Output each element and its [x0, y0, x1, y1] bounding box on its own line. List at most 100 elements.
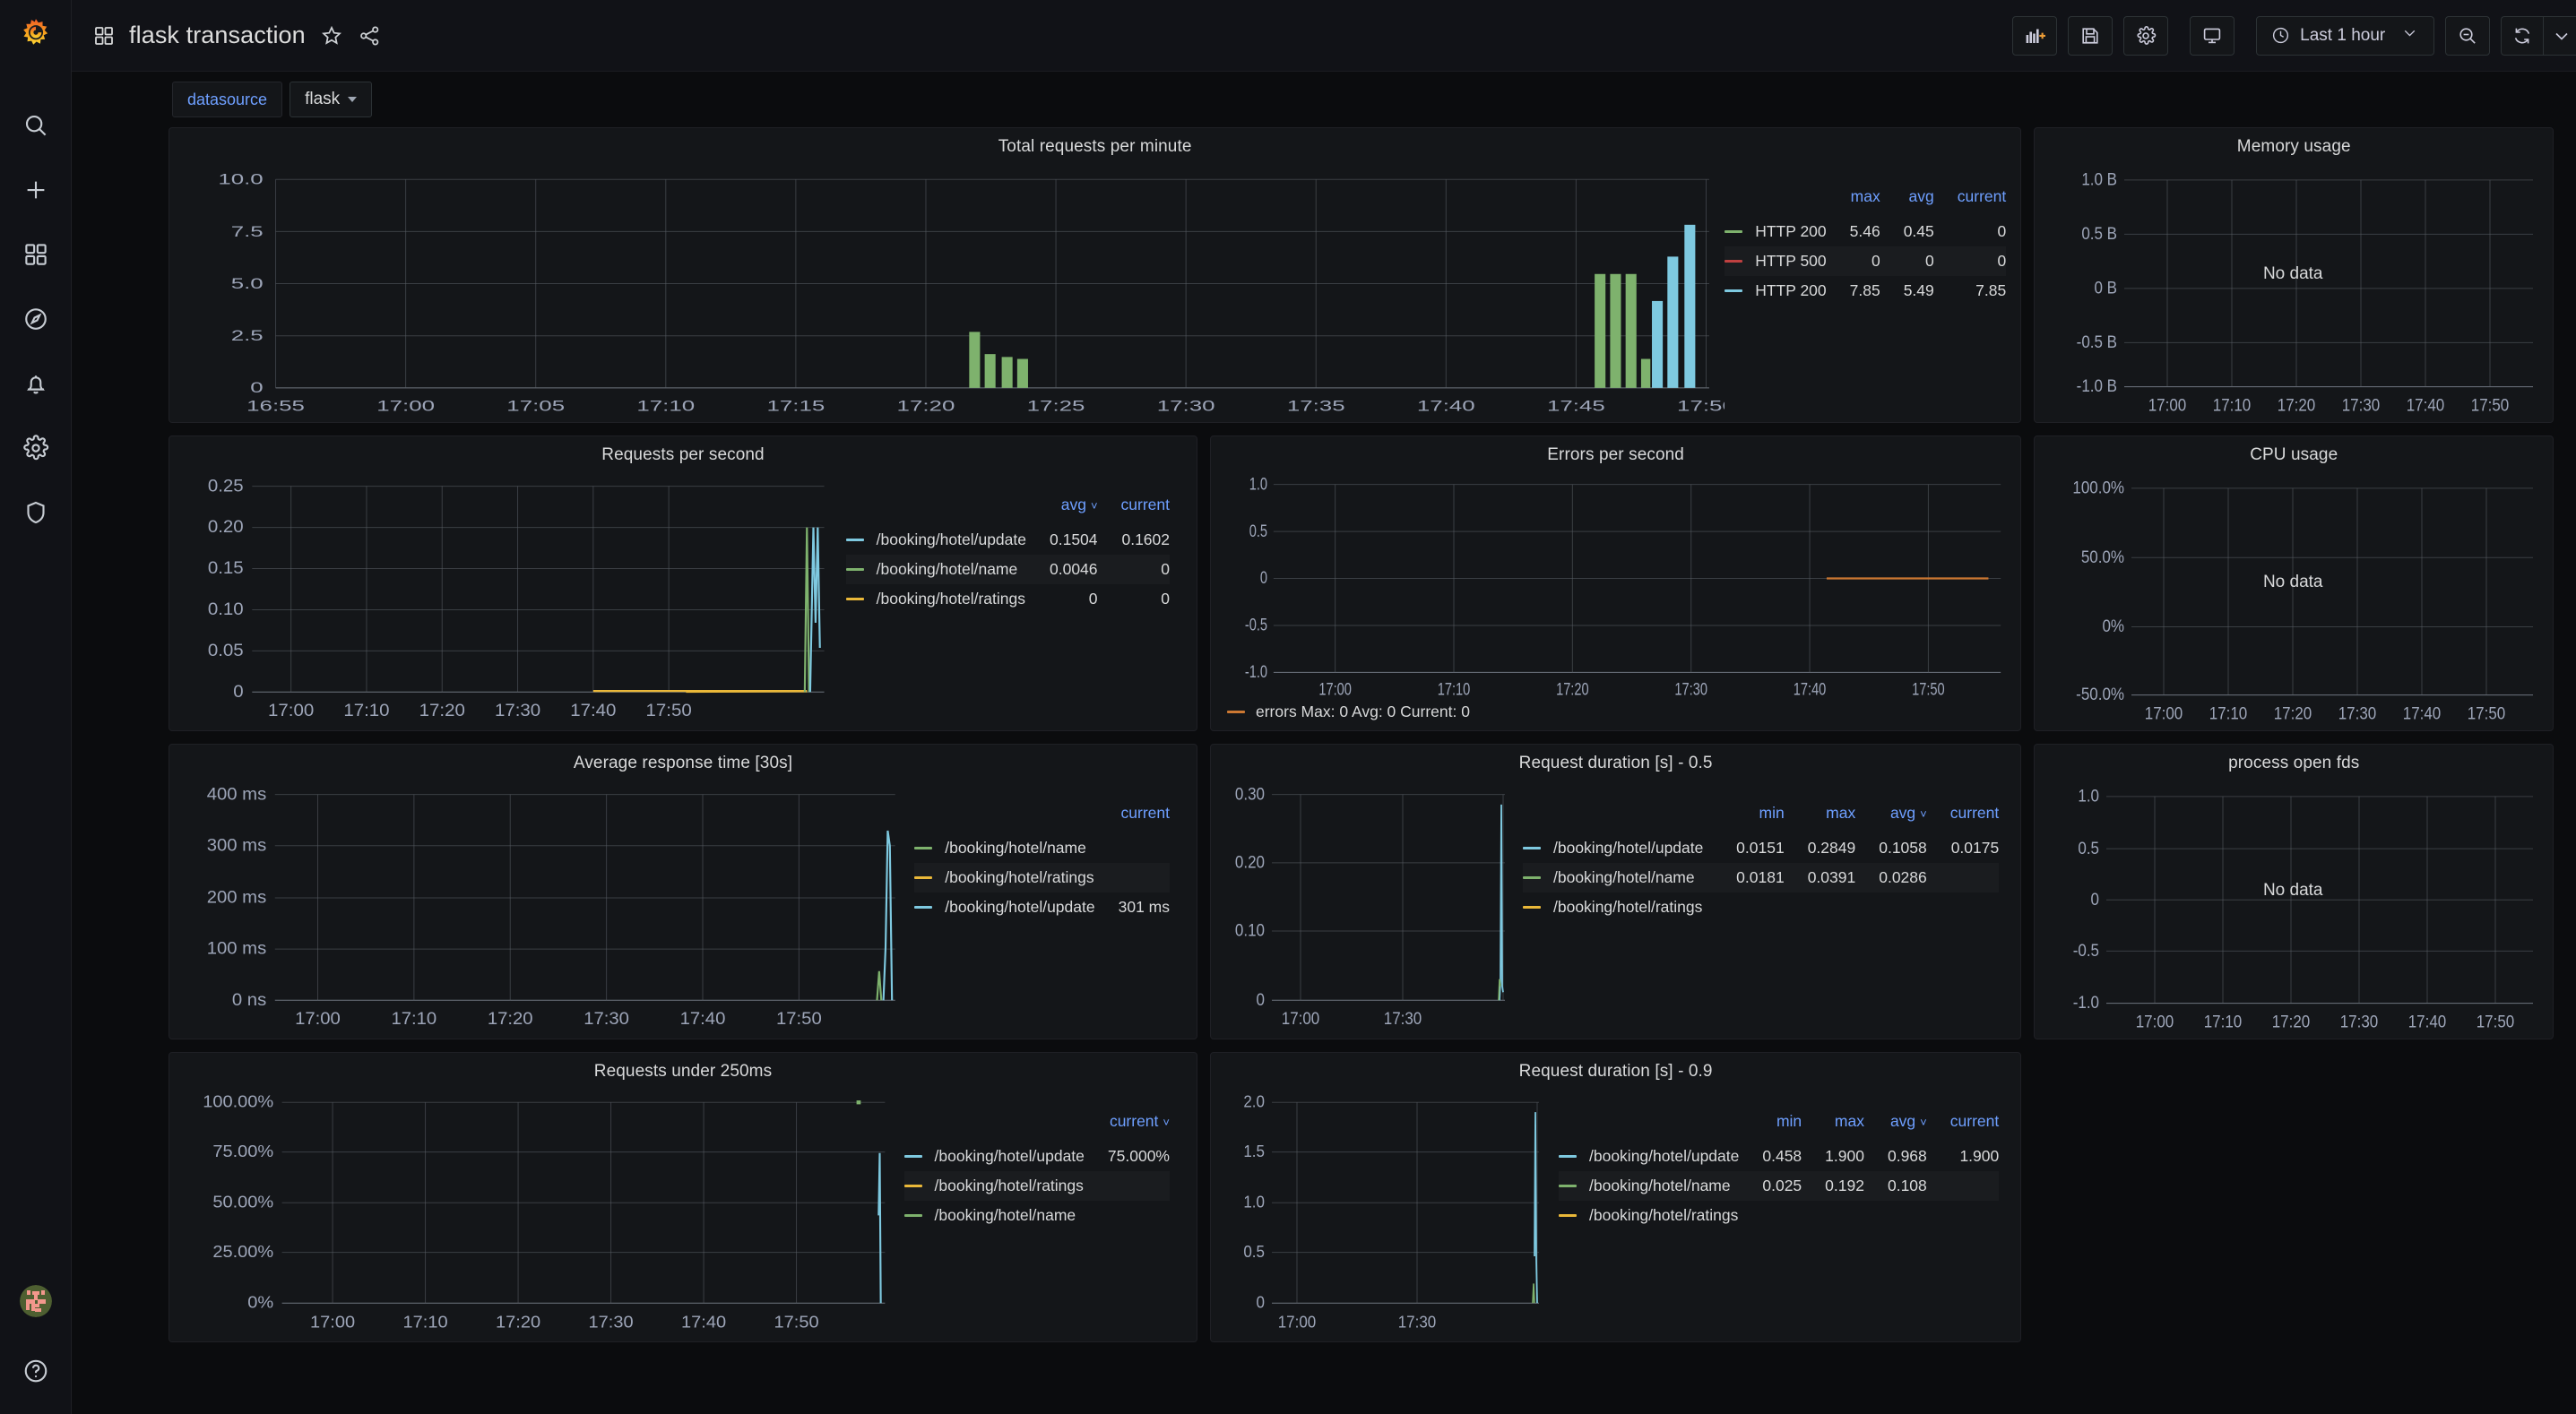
- legend-row[interactable]: /booking/hotel/update 0.0151 0.2849 0.10…: [1523, 833, 1999, 863]
- panel-legend: max avg current HTTP 200 5.46 0.45 0 HTT…: [1725, 164, 2011, 415]
- panel-legend[interactable]: errors Max: 0 Avg: 0 Current: 0: [1211, 699, 2020, 730]
- svg-text:1.5: 1.5: [1243, 1142, 1265, 1160]
- svg-text:17:20: 17:20: [897, 398, 955, 415]
- panel-requests-per-second[interactable]: Requests per second 0.25 0.20 0.15 0.10 …: [169, 435, 1197, 731]
- time-range-picker[interactable]: Last 1 hour: [2256, 15, 2435, 56]
- legend-row[interactable]: /booking/hotel/name 0.0046 0: [845, 555, 1170, 584]
- legend-header-min[interactable]: min: [1713, 804, 1785, 833]
- legend-header-current[interactable]: current: [1095, 804, 1170, 833]
- svg-text:-1.0: -1.0: [1245, 661, 1267, 682]
- series-min: [1713, 892, 1785, 922]
- series-name: /booking/hotel/name: [876, 560, 1018, 578]
- legend-header-current[interactable]: current: [1934, 187, 2006, 217]
- svg-text:17:40: 17:40: [570, 702, 616, 720]
- panel-title: process open fds: [2228, 754, 2360, 772]
- grafana-logo[interactable]: [0, 0, 72, 72]
- legend-row[interactable]: /booking/hotel/update 0.1504 0.1602: [845, 525, 1170, 555]
- sidebar-item-create[interactable]: [0, 158, 72, 222]
- series-avg: 0.108: [1863, 1171, 1927, 1201]
- legend-row[interactable]: /booking/hotel/ratings: [1559, 1201, 1999, 1230]
- refresh-button[interactable]: [2501, 15, 2544, 56]
- panel-title: Request duration [s] - 0.5: [1518, 754, 1713, 772]
- star-icon[interactable]: [320, 24, 343, 47]
- legend-header-max[interactable]: max: [1802, 1112, 1864, 1142]
- add-panel-button[interactable]: [2012, 15, 2058, 56]
- panel-memory-usage[interactable]: Memory usage 1.0 B 0.5 B 0 B -0.5 B -1.0…: [2034, 127, 2554, 423]
- panel-process-open-fds[interactable]: process open fds 1.0 0.5 0 -0.5 -1.0 17:…: [2034, 744, 2554, 1039]
- legend-row[interactable]: HTTP 500 0 0 0: [1725, 246, 2007, 276]
- svg-text:0.5: 0.5: [1243, 1242, 1265, 1261]
- svg-text:17:40: 17:40: [1794, 678, 1827, 699]
- legend-header-avg[interactable]: avg ˅: [1864, 1112, 1927, 1142]
- legend-row[interactable]: HTTP 200 7.85 5.49 7.85: [1725, 276, 2006, 306]
- panel-title: Memory usage: [2236, 137, 2351, 156]
- legend-row[interactable]: /booking/hotel/update 0.458 1.900 0.968 …: [1559, 1142, 1999, 1171]
- legend-row[interactable]: /booking/hotel/name: [903, 1201, 1170, 1230]
- legend-header-current[interactable]: current: [1927, 804, 1999, 833]
- dashboard-settings-button[interactable]: [2123, 15, 2169, 56]
- share-icon[interactable]: [358, 24, 381, 47]
- sidebar-item-configuration[interactable]: [0, 416, 72, 480]
- plot-area: 1.0 0.5 0 -0.5 -1.0 17:00 17:10 17:20 17…: [1218, 472, 2011, 699]
- legend-header-max[interactable]: max: [1785, 804, 1855, 833]
- panel-errors-per-second[interactable]: Errors per second 1.0 0.5 0 -0.5 -1.0 17…: [1210, 435, 2022, 731]
- zoom-out-button[interactable]: [2445, 15, 2491, 56]
- topnav-actions: Last 1 hour: [2012, 15, 2576, 56]
- save-dashboard-button[interactable]: [2068, 15, 2114, 56]
- series-color-swatch: [1227, 711, 1245, 713]
- panel-request-duration-0-5[interactable]: Request duration [s] - 0.5 0.30 0.20 0.1…: [1210, 744, 2022, 1039]
- svg-text:1.0: 1.0: [1243, 1193, 1265, 1211]
- sidebar-item-search[interactable]: [0, 93, 72, 158]
- variable-picker-datasource[interactable]: flask: [290, 82, 373, 117]
- panel-request-duration-0-9[interactable]: Request duration [s] - 0.9 2.0 1.5 1.0 0…: [1210, 1052, 2022, 1342]
- svg-text:17:40: 17:40: [2403, 704, 2442, 723]
- sidebar-item-dashboards[interactable]: [0, 222, 72, 287]
- series-name: /booking/hotel/ratings: [945, 868, 1094, 886]
- sidebar-item-help[interactable]: [0, 1349, 72, 1392]
- svg-text:0.10: 0.10: [1235, 921, 1265, 940]
- legend-row[interactable]: /booking/hotel/name 0.0181 0.0391 0.0286: [1523, 863, 2000, 892]
- avatar[interactable]: [19, 1285, 52, 1317]
- legend-header-max[interactable]: max: [1827, 187, 1880, 217]
- sidebar-item-explore[interactable]: [0, 287, 72, 351]
- svg-text:2.5: 2.5: [231, 327, 264, 344]
- panel-average-response-time[interactable]: Average response time [30s] 400 ms 300 m…: [169, 744, 1197, 1039]
- panel-requests-under-250ms[interactable]: Requests under 250ms 100.00% 75.00% 50.0…: [169, 1052, 1197, 1342]
- series-color-swatch: [1523, 847, 1541, 849]
- svg-text:17:50: 17:50: [774, 1314, 819, 1332]
- legend-row[interactable]: /booking/hotel/update 75.000%: [903, 1142, 1170, 1171]
- svg-text:17:40: 17:40: [1417, 398, 1475, 415]
- svg-text:17:00: 17:00: [268, 702, 314, 720]
- svg-text:17:00: 17:00: [2145, 704, 2183, 723]
- plot-area: 1.0 0.5 0 -0.5 -1.0 17:00 17:10 17:20 17…: [2042, 780, 2544, 1031]
- legend-header-current[interactable]: current ˅: [1085, 1112, 1170, 1142]
- clock-icon: [2273, 27, 2289, 44]
- legend-row[interactable]: /booking/hotel/ratings: [1523, 892, 1999, 922]
- legend-row[interactable]: /booking/hotel/name 0.025 0.192 0.108: [1559, 1171, 2000, 1201]
- sidebar-item-alerting[interactable]: [0, 351, 72, 416]
- refresh-interval-button[interactable]: [2543, 15, 2576, 56]
- panel-total-requests-per-minute[interactable]: Total requests per minute 10.0 7.5 5.0 2…: [169, 127, 2022, 423]
- svg-text:17:00: 17:00: [295, 1010, 341, 1029]
- svg-text:17:35: 17:35: [1287, 398, 1345, 415]
- legend-row[interactable]: /booking/hotel/update 301 ms: [914, 892, 1170, 922]
- legend-header-avg[interactable]: avg ˅: [1026, 496, 1098, 525]
- svg-text:17:30: 17:30: [589, 1314, 634, 1332]
- svg-text:17:50: 17:50: [1912, 678, 1945, 699]
- legend-header-min[interactable]: min: [1739, 1112, 1802, 1142]
- legend-header-current[interactable]: current: [1098, 496, 1170, 525]
- series-current: [1094, 863, 1170, 892]
- legend-row[interactable]: /booking/hotel/name: [914, 833, 1170, 863]
- legend-header-avg[interactable]: avg: [1880, 187, 1934, 217]
- panel-legend: min max avg ˅ current /booking/hotel/upda…: [1559, 1089, 2011, 1334]
- legend-row[interactable]: /booking/hotel/ratings: [903, 1171, 1170, 1201]
- panel-cpu-usage[interactable]: CPU usage 100.0% 50.0% 0% -50.0% 17:00 1…: [2034, 435, 2554, 731]
- cycle-view-mode-button[interactable]: [2190, 15, 2235, 56]
- legend-header-avg[interactable]: avg ˅: [1855, 804, 1927, 833]
- legend-row[interactable]: /booking/hotel/ratings 0 0: [845, 584, 1170, 614]
- series-name: /booking/hotel/name: [945, 839, 1086, 857]
- sidebar-item-server-admin[interactable]: [0, 480, 72, 545]
- legend-row[interactable]: /booking/hotel/ratings: [914, 863, 1170, 892]
- legend-row[interactable]: HTTP 200 5.46 0.45 0: [1725, 217, 2006, 246]
- legend-header-current[interactable]: current: [1927, 1112, 1999, 1142]
